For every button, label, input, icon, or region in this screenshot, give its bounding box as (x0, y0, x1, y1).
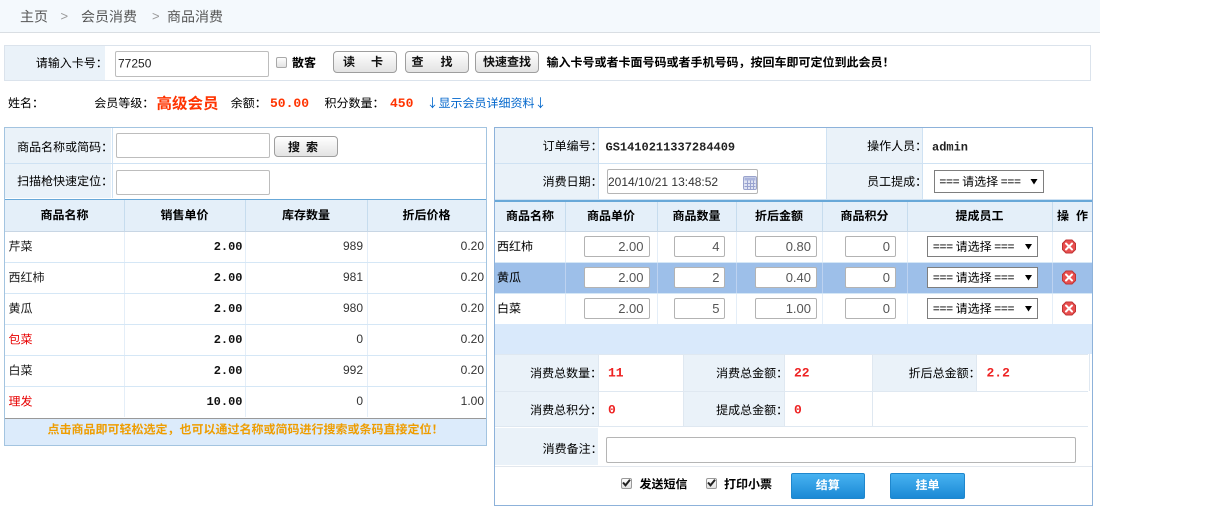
svg-text:2.00: 2.00 (214, 302, 243, 316)
svg-text:>: > (61, 9, 69, 24)
svg-text:10.00: 10.00 (206, 395, 242, 409)
svg-text:2.2: 2.2 (987, 366, 1011, 381)
svg-text:0: 0 (608, 403, 616, 418)
svg-text:2.00: 2.00 (214, 333, 243, 347)
svg-text:0.20: 0.20 (461, 363, 485, 377)
svg-text:2: 2 (712, 270, 719, 285)
svg-text:2.00: 2.00 (618, 270, 643, 285)
svg-text:981: 981 (343, 270, 363, 284)
svg-text:0.20: 0.20 (461, 239, 485, 253)
svg-text:0: 0 (356, 394, 363, 408)
svg-text:2.00: 2.00 (618, 239, 643, 254)
svg-text:0.20: 0.20 (461, 332, 485, 346)
svg-text:1.00: 1.00 (786, 301, 811, 316)
svg-text:0.20: 0.20 (461, 301, 485, 315)
svg-text:0: 0 (356, 332, 363, 346)
svg-text:77250: 77250 (118, 57, 152, 71)
svg-text:450: 450 (390, 96, 414, 111)
svg-text:2.00: 2.00 (618, 301, 643, 316)
svg-text:2.00: 2.00 (214, 271, 243, 285)
svg-text:GS1410211337284409: GS1410211337284409 (606, 141, 736, 155)
svg-text:989: 989 (343, 239, 363, 253)
svg-text:11: 11 (608, 366, 624, 381)
svg-text:0.80: 0.80 (786, 239, 811, 254)
svg-text:1.00: 1.00 (461, 394, 485, 408)
svg-text:4: 4 (712, 239, 719, 254)
svg-text:>: > (152, 9, 160, 24)
svg-text:5: 5 (712, 301, 719, 316)
svg-text:980: 980 (343, 301, 363, 315)
svg-text:0.40: 0.40 (786, 270, 811, 285)
svg-text:0: 0 (883, 270, 890, 285)
svg-text:992: 992 (343, 363, 363, 377)
svg-text:2014/10/21 13:48:52: 2014/10/21 13:48:52 (608, 175, 718, 189)
svg-text:0.20: 0.20 (461, 270, 485, 284)
svg-text:2.00: 2.00 (214, 240, 243, 254)
svg-text:0: 0 (794, 403, 802, 418)
svg-text:0: 0 (883, 301, 890, 316)
svg-text:22: 22 (794, 366, 810, 381)
svg-text:0: 0 (883, 239, 890, 254)
svg-text:2.00: 2.00 (214, 364, 243, 378)
svg-text:50.00: 50.00 (270, 96, 309, 111)
svg-text:admin: admin (932, 141, 968, 155)
